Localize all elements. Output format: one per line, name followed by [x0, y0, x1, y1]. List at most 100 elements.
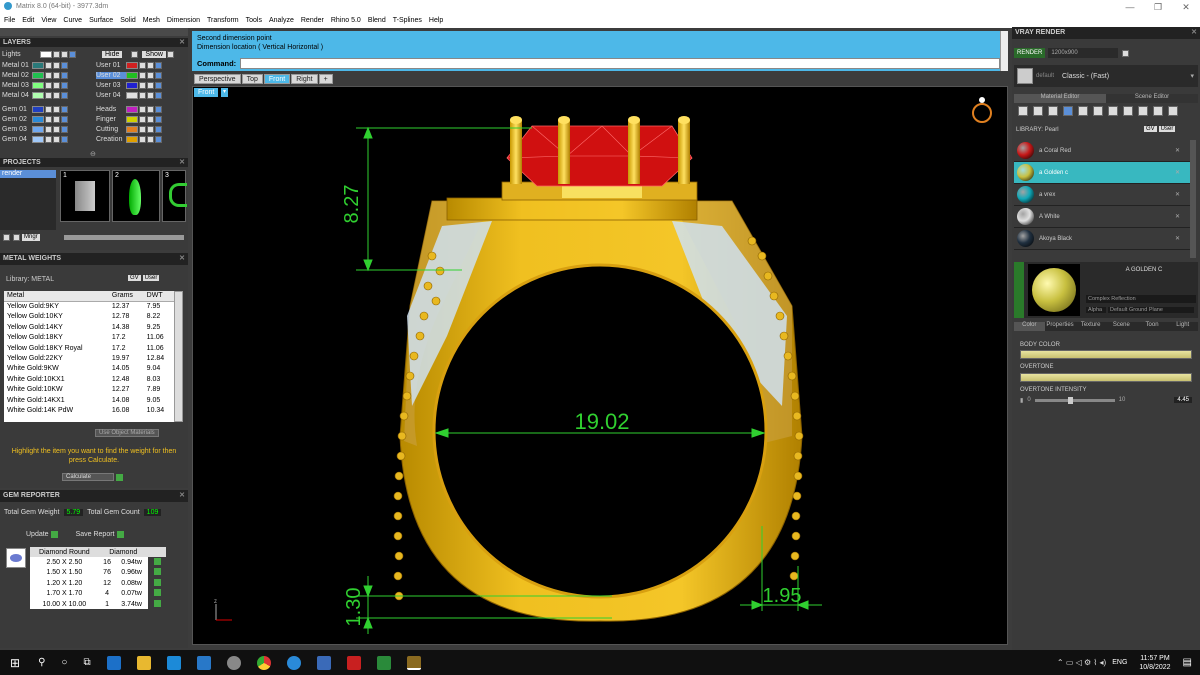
table-row[interactable]: White Gold:14KX1 14.08 9.05	[4, 395, 174, 405]
lock-icon[interactable]	[53, 126, 60, 133]
texture-icon[interactable]	[1123, 106, 1133, 116]
table-row[interactable]: Yellow Gold:10KY 12.78 8.22	[4, 312, 174, 322]
layer-color-swatch[interactable]	[126, 82, 138, 89]
column-header[interactable]: Metal	[4, 291, 109, 302]
use-object-materials-checkbox[interactable]: Use Object Materials	[95, 429, 159, 437]
row-action[interactable]	[147, 578, 166, 589]
lock-icon[interactable]	[147, 72, 154, 79]
column-header[interactable]: DWT	[143, 291, 174, 302]
tab-scene[interactable]: Scene	[1106, 322, 1137, 331]
lock-icon[interactable]	[61, 51, 68, 58]
bulb-icon[interactable]	[139, 106, 146, 113]
settings-app-icon[interactable]	[226, 655, 241, 670]
layer-row[interactable]: Metal 01	[2, 61, 68, 70]
play-icon[interactable]	[116, 473, 123, 481]
layer-row[interactable]: Creation	[96, 135, 162, 144]
table-row[interactable]: White Gold:14K PdW 16.08 10.34	[4, 405, 174, 415]
lock-icon[interactable]	[53, 136, 60, 143]
render-icon[interactable]	[155, 62, 162, 69]
tab-scene-editor[interactable]: Scene Editor	[1106, 94, 1198, 103]
bulb-icon[interactable]	[139, 116, 146, 123]
render-icon[interactable]	[155, 82, 162, 89]
sphere-icon[interactable]	[1063, 106, 1073, 116]
layer-row[interactable]: Metal 04	[2, 91, 68, 100]
render-icon[interactable]	[61, 126, 68, 133]
grid-icon[interactable]	[1093, 106, 1103, 116]
hide-button[interactable]: Hide	[102, 51, 123, 58]
close-icon[interactable]: ✕	[1175, 191, 1180, 198]
tab-perspective[interactable]: Perspective	[194, 74, 241, 84]
row-action[interactable]	[147, 557, 166, 568]
render-icon[interactable]	[69, 51, 76, 58]
minimize-button[interactable]: —	[1116, 0, 1144, 14]
layer-row[interactable]: Finger	[96, 115, 162, 124]
ground-plane-dropdown[interactable]: Default Ground Plane	[1108, 307, 1194, 313]
gem-icon[interactable]	[1033, 106, 1043, 116]
close-icon[interactable]: ✕	[1175, 235, 1180, 242]
gv-button[interactable]: GV	[1144, 126, 1157, 132]
play-icon[interactable]	[154, 578, 162, 586]
menu-surface[interactable]: Surface	[89, 14, 113, 28]
menu-transform[interactable]: Transform	[207, 14, 239, 28]
menu-analyze[interactable]: Analyze	[269, 14, 294, 28]
camera-icon[interactable]	[1122, 49, 1130, 57]
row-action[interactable]	[147, 567, 166, 579]
close-icon[interactable]: ✕	[1175, 147, 1180, 154]
lock-icon[interactable]	[53, 72, 60, 79]
lock-icon[interactable]	[131, 51, 139, 58]
layer-color-swatch[interactable]	[32, 106, 44, 113]
layer-color-swatch[interactable]	[126, 136, 138, 143]
table-row[interactable]: Yellow Gold:9KY 12.37 7.95	[4, 301, 174, 311]
material-item[interactable]: Akoya Black ✕	[1014, 228, 1190, 250]
show-button[interactable]: Show	[142, 51, 166, 58]
update-button[interactable]: Update	[26, 531, 49, 538]
menu-curve[interactable]: Curve	[63, 14, 82, 28]
clock[interactable]: 11:57 PM 10/8/2022	[1139, 654, 1170, 672]
checker-icon[interactable]	[1138, 106, 1148, 116]
add-icon[interactable]	[3, 234, 10, 241]
bulb-icon[interactable]	[45, 126, 52, 133]
layer-row[interactable]: Metal 03	[2, 81, 68, 90]
body-color-slider[interactable]	[1020, 350, 1192, 359]
resolution-field[interactable]: 1200x900	[1048, 48, 1119, 58]
layer-row[interactable]: User 02	[96, 71, 162, 80]
render-icon[interactable]	[155, 116, 162, 123]
lock-icon[interactable]	[147, 106, 154, 113]
photos-icon[interactable]	[316, 655, 331, 670]
render-icon[interactable]	[61, 106, 68, 113]
close-icon[interactable]: ✕	[1175, 169, 1180, 176]
table-row[interactable]: Yellow Gold:18KY Royal 17.2 11.06	[4, 343, 174, 353]
table-row[interactable]: Yellow Gold:18KY 17.2 11.06	[4, 333, 174, 343]
windows-start-icon[interactable]: ⊞	[10, 656, 20, 670]
layer-color-swatch[interactable]	[32, 126, 44, 133]
close-icon[interactable]: ✕	[179, 38, 185, 47]
table-row[interactable]: White Gold:10KX1 12.48 8.03	[4, 374, 174, 384]
bulb-icon[interactable]	[45, 62, 52, 69]
layer-row[interactable]: Gem 01	[2, 105, 68, 114]
menu-dimension[interactable]: Dimension	[167, 14, 200, 28]
notification-icon[interactable]: ▤	[1183, 657, 1192, 668]
lights-row[interactable]: Lights	[2, 50, 76, 59]
tab-right[interactable]: Right	[291, 74, 318, 84]
table-row[interactable]: Yellow Gold:22KY 19.97 12.84	[4, 353, 174, 363]
image-icon[interactable]	[1153, 106, 1163, 116]
close-icon[interactable]: ✕	[1175, 213, 1180, 220]
menu-file[interactable]: File	[4, 14, 15, 28]
render-icon[interactable]	[61, 136, 68, 143]
layer-row[interactable]: User 01	[96, 61, 162, 70]
layer-color-swatch[interactable]	[32, 92, 44, 99]
layer-row[interactable]: User 03	[96, 81, 162, 90]
render-icon[interactable]	[155, 136, 162, 143]
matrix-app-icon[interactable]	[406, 655, 421, 670]
close-icon[interactable]: ✕	[179, 253, 185, 265]
project-thumb-1[interactable]: 1	[60, 170, 110, 222]
menu-t-splines[interactable]: T-Splines	[393, 14, 422, 28]
lock-icon[interactable]	[166, 51, 174, 58]
render-icon[interactable]	[61, 62, 68, 69]
drop-icon[interactable]	[1018, 106, 1028, 116]
lock-icon[interactable]	[147, 92, 154, 99]
bulb-icon[interactable]	[139, 126, 146, 133]
material-item[interactable]: a Golden c ✕	[1014, 162, 1190, 184]
cortana-icon[interactable]: ○	[61, 657, 67, 668]
menu-tools[interactable]: Tools	[246, 14, 262, 28]
